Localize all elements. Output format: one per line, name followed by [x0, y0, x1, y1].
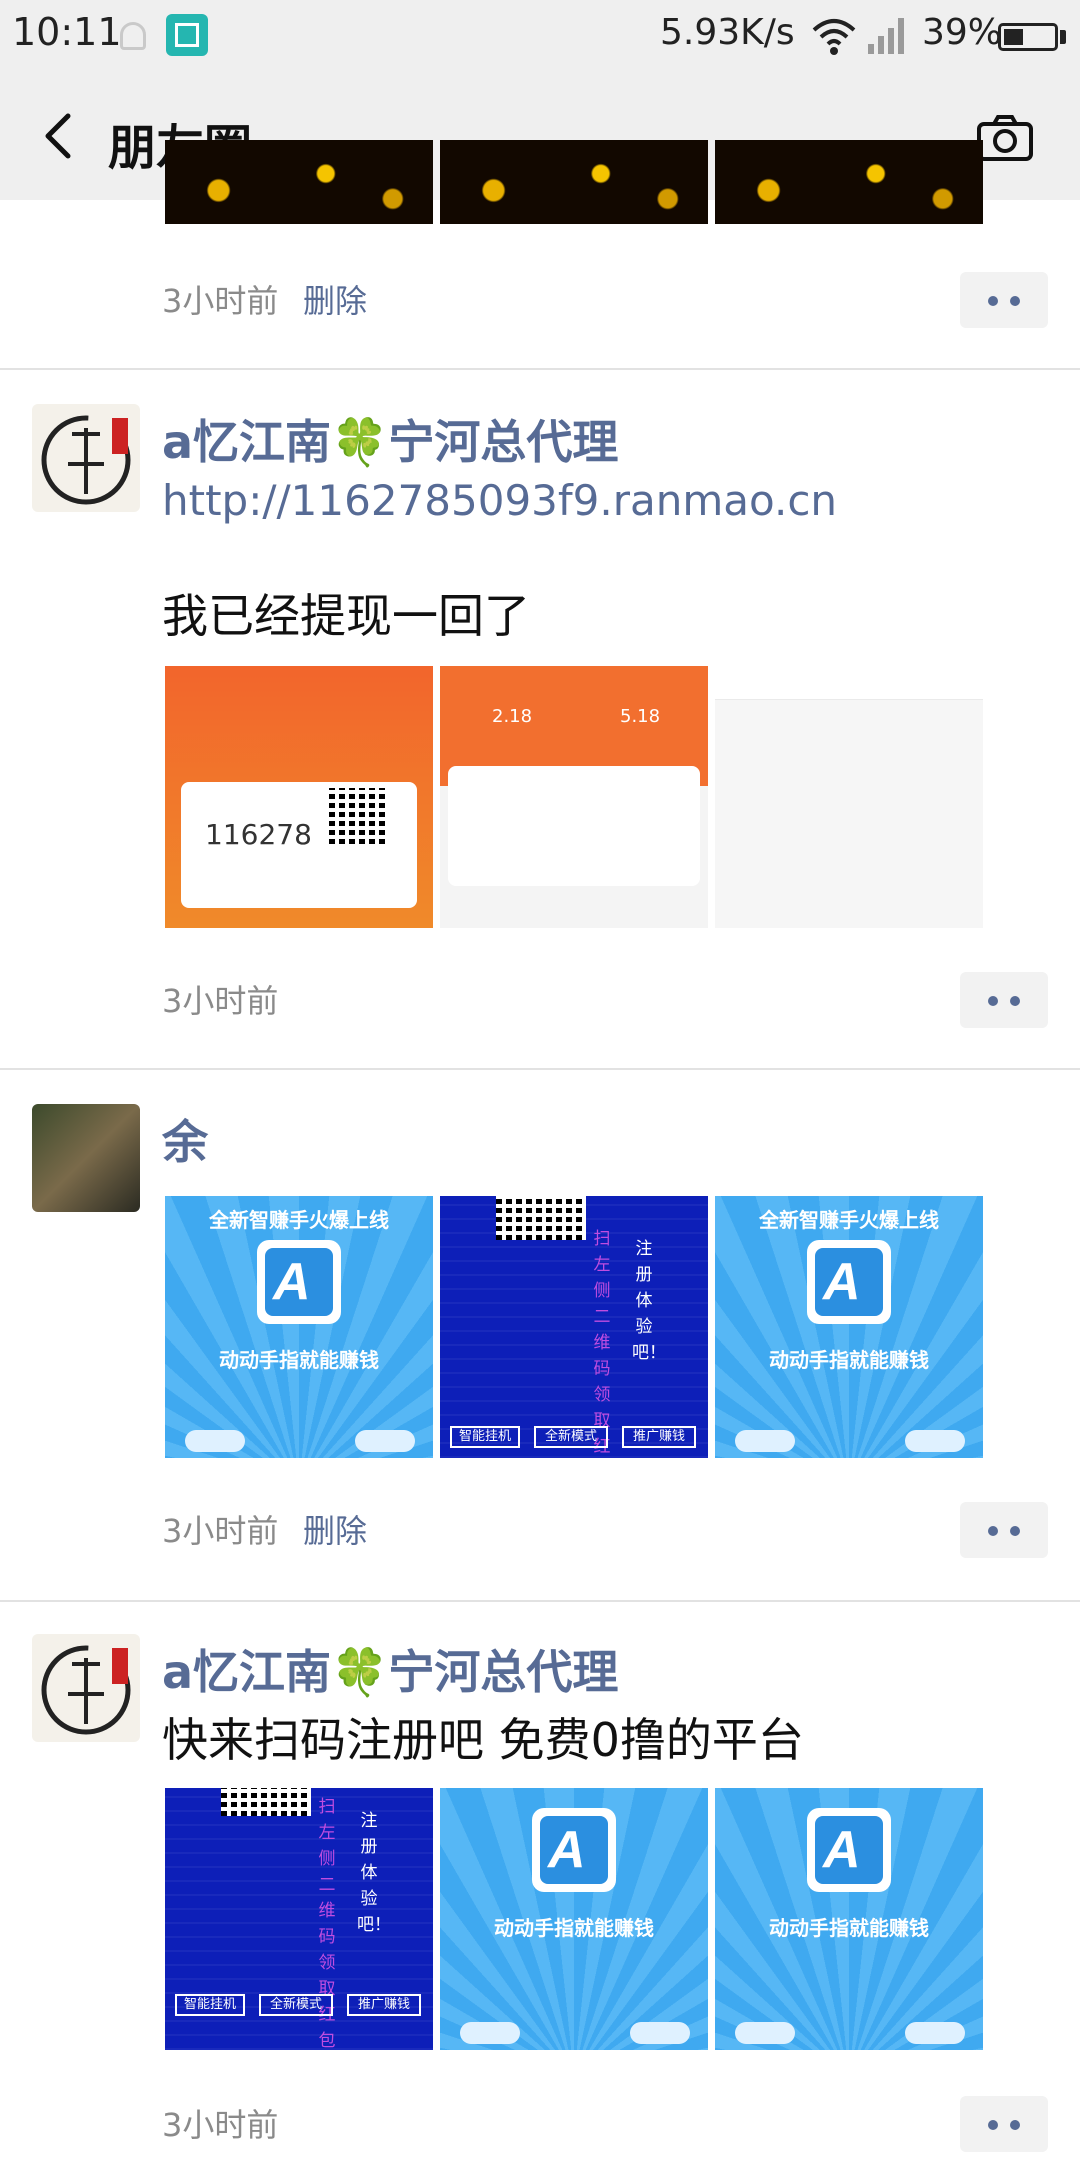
- image-caption: 全新智赚手火爆上线: [759, 1208, 939, 1232]
- post-divider: [0, 368, 1080, 370]
- qr-code: [496, 1196, 586, 1240]
- qr-code: [329, 788, 385, 844]
- cell-signal-icon: [868, 18, 904, 54]
- post-image[interactable]: 扫左侧二维码领取红包 注册体验吧！ 智能挂机 全新模式 推广赚钱: [165, 1788, 433, 2050]
- cloud-decoration: [735, 1430, 795, 1452]
- image-button: 智能挂机: [450, 1426, 520, 1448]
- network-speed: 5.93K/s: [660, 12, 795, 53]
- image-button: 智能挂机: [175, 1994, 245, 2016]
- image-header: [715, 666, 983, 700]
- wifi-icon: [812, 19, 856, 55]
- app-logo-letter: A: [823, 1821, 861, 1879]
- post-image[interactable]: 116278: [165, 666, 433, 928]
- delete-link[interactable]: 删除: [303, 1506, 367, 1552]
- moments-screen: 10:11 5.93K/s 39% 朋友圈: [0, 0, 1080, 2160]
- cloud-decoration: [905, 2022, 965, 2044]
- avatar[interactable]: [32, 1634, 140, 1742]
- image-caption: 动动手指就能赚钱: [769, 1348, 929, 1372]
- cloud-decoration: [185, 1430, 245, 1452]
- qr-code: [221, 1788, 311, 1816]
- cloud-decoration: [905, 1430, 965, 1452]
- cloud-decoration: [460, 2022, 520, 2044]
- post-image[interactable]: A 动动手指就能赚钱: [440, 1788, 708, 2050]
- post-time: 3小时前: [162, 2106, 279, 2144]
- notification-ghost-icon: [120, 22, 146, 50]
- post-image[interactable]: 全新智赚手火爆上线 A 动动手指就能赚钱: [165, 1196, 433, 1458]
- image-value: 2.18: [492, 706, 533, 727]
- dot-icon: [1010, 1526, 1020, 1536]
- battery-cap: [1060, 30, 1066, 44]
- avatar-seal-icon: [32, 404, 140, 512]
- delete-link[interactable]: 删除: [303, 276, 367, 322]
- dot-icon: [988, 296, 998, 306]
- post-link[interactable]: http://1162785093f9.ranmao.cn: [162, 476, 837, 525]
- post-image[interactable]: A 动动手指就能赚钱: [715, 1788, 983, 2050]
- app-logo-letter: A: [548, 1821, 586, 1879]
- more-actions-button[interactable]: [960, 1502, 1048, 1558]
- post-image[interactable]: 2.18 5.18: [440, 666, 708, 928]
- image-caption: 动动手指就能赚钱: [769, 1916, 929, 1940]
- avatar[interactable]: [32, 1104, 140, 1212]
- nickname[interactable]: a忆江南🍀宁河总代理: [162, 1636, 618, 1702]
- image-value: 5.18: [620, 706, 661, 727]
- cloud-decoration: [630, 2022, 690, 2044]
- dot-icon: [988, 2120, 998, 2130]
- more-actions-button[interactable]: [960, 2096, 1048, 2152]
- more-actions-button[interactable]: [960, 972, 1048, 1028]
- image-number: 116278: [205, 818, 312, 851]
- status-bar: 10:11 5.93K/s 39%: [0, 0, 1080, 70]
- image-caption: 全新智赚手火爆上线: [209, 1208, 389, 1232]
- status-time: 10:11: [12, 10, 122, 54]
- post-divider: [0, 1600, 1080, 1602]
- post-divider: [0, 1068, 1080, 1070]
- dot-icon: [1010, 996, 1020, 1006]
- post-image[interactable]: 扫左侧二维码领取红包 注册体验吧！ 智能挂机 全新模式 推广赚钱: [440, 1196, 708, 1458]
- post-image[interactable]: [715, 140, 983, 224]
- app-logo-letter: A: [823, 1253, 861, 1311]
- avatar-seal-icon: [32, 1634, 140, 1742]
- image-vertical-text: 注册体验吧！: [632, 1239, 666, 1363]
- battery-percent: 39%: [922, 12, 1003, 53]
- post-text: 快来扫码注册吧 免费0撸的平台: [162, 1713, 804, 1767]
- post-text: 我已经提现一回了: [162, 589, 530, 643]
- nickname[interactable]: a忆江南🍀宁河总代理: [162, 406, 618, 472]
- image-button: 全新模式: [534, 1426, 608, 1448]
- dot-icon: [988, 996, 998, 1006]
- cloud-decoration: [355, 1430, 415, 1452]
- avatar[interactable]: [32, 404, 140, 512]
- post-image[interactable]: [440, 140, 708, 224]
- camera-icon[interactable]: [976, 114, 1034, 162]
- image-caption: 动动手指就能赚钱: [494, 1916, 654, 1940]
- post-image[interactable]: [165, 140, 433, 224]
- image-vertical-text: 扫左侧二维码领取红包: [593, 1229, 611, 1457]
- image-vertical-text: 注册体验吧！: [357, 1811, 391, 1935]
- post-image[interactable]: 全新智赚手火爆上线 A 动动手指就能赚钱: [715, 1196, 983, 1458]
- post-time: 3小时前: [162, 282, 279, 320]
- battery-icon: [998, 23, 1058, 51]
- image-button: 推广赚钱: [622, 1426, 696, 1448]
- post-time: 3小时前: [162, 1512, 279, 1550]
- post-time: 3小时前: [162, 982, 279, 1020]
- scan-app-icon: [166, 14, 208, 56]
- cloud-decoration: [735, 2022, 795, 2044]
- image-caption: 动动手指就能赚钱: [219, 1348, 379, 1372]
- dot-icon: [1010, 2120, 1020, 2130]
- dot-icon: [1010, 296, 1020, 306]
- nickname[interactable]: 余: [162, 1106, 208, 1172]
- dot-icon: [988, 1526, 998, 1536]
- back-chevron-icon[interactable]: [36, 110, 84, 162]
- image-button: 全新模式: [259, 1994, 333, 2016]
- image-card: [448, 766, 700, 886]
- app-logo-letter: A: [273, 1253, 311, 1311]
- post-image[interactable]: [715, 666, 983, 928]
- image-button: 推广赚钱: [347, 1994, 421, 2016]
- more-actions-button[interactable]: [960, 272, 1048, 328]
